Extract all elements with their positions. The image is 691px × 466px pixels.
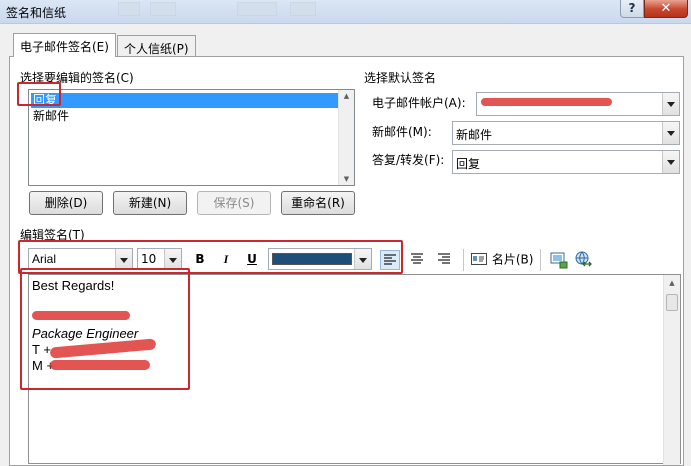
signature-name: 新邮件	[33, 109, 70, 123]
tab-personal-stationery[interactable]: 个人信纸(P)	[117, 35, 196, 57]
new-button[interactable]: 新建(N)	[113, 191, 187, 215]
toolbar-separator	[540, 249, 541, 271]
chevron-down-icon[interactable]	[354, 249, 371, 269]
insert-hyperlink-icon[interactable]	[574, 250, 594, 270]
help-button[interactable]: ?	[620, 0, 644, 18]
tab-email-signature[interactable]: 电子邮件签名(E)	[13, 33, 116, 57]
chevron-down-icon[interactable]	[662, 122, 679, 144]
scroll-thumb[interactable]	[666, 294, 678, 311]
signature-phone: T +	[32, 342, 51, 357]
delete-button[interactable]: 删除(D)	[29, 191, 103, 215]
font-size-value: 10	[141, 252, 157, 266]
chevron-down-icon[interactable]	[662, 151, 679, 173]
redaction-scribble	[50, 360, 150, 370]
vertical-scrollbar[interactable]: ▲	[663, 275, 680, 465]
close-button[interactable]: ✕	[644, 0, 688, 18]
list-item[interactable]: 新邮件	[31, 109, 349, 124]
font-value: Arial	[32, 252, 57, 266]
chevron-down-icon[interactable]	[115, 249, 132, 269]
title-bar: 签名和信纸 ? ✕	[0, 0, 691, 24]
font-size-select[interactable]: 10	[137, 248, 182, 270]
scroll-down-icon[interactable]: ▼	[339, 175, 354, 183]
replies-label: 答复/转发(F):	[372, 153, 445, 167]
insert-picture-icon[interactable]	[549, 250, 569, 270]
font-color-swatch	[272, 253, 352, 265]
rename-button[interactable]: 重命名(R)	[281, 191, 355, 215]
bold-button[interactable]: B	[189, 249, 211, 269]
business-card-label: 名片(B)	[491, 252, 534, 267]
underline-button[interactable]: U	[241, 249, 263, 269]
business-card-button[interactable]: 名片(B)	[470, 250, 533, 270]
list-item[interactable]: 回复	[31, 93, 349, 108]
chevron-down-icon[interactable]	[662, 93, 679, 115]
replies-value: 回复	[456, 157, 481, 171]
select-signature-heading: 选择要编辑的签名(C)	[20, 71, 134, 85]
signature-title: Package Engineer	[32, 326, 139, 341]
signature-list[interactable]: 回复 新邮件 ▲ ▼	[28, 89, 355, 186]
new-messages-select[interactable]: 新邮件	[452, 121, 680, 145]
default-signature-heading: 选择默认签名	[364, 71, 437, 85]
background-ghost-icon	[290, 2, 316, 16]
align-right-icon[interactable]	[435, 250, 455, 270]
window-title: 签名和信纸	[6, 6, 67, 20]
vertical-scrollbar[interactable]: ▲ ▼	[338, 90, 354, 185]
new-messages-value: 新邮件	[456, 128, 493, 142]
scroll-up-icon[interactable]: ▲	[664, 279, 680, 287]
new-messages-label: 新邮件(M):	[372, 125, 432, 139]
align-center-icon[interactable]	[408, 250, 428, 270]
tab-label: 个人信纸(P)	[124, 42, 189, 56]
edit-signature-heading: 编辑签名(T)	[20, 228, 85, 242]
tab-label: 电子邮件签名(E)	[20, 40, 109, 54]
signature-greeting: Best Regards!	[32, 278, 115, 293]
font-select[interactable]: Arial	[28, 248, 133, 270]
background-ghost-icon	[150, 2, 176, 16]
replies-select[interactable]: 回复	[452, 150, 680, 174]
font-color-select[interactable]	[268, 248, 372, 270]
email-account-label: 电子邮件帐户(A):	[372, 96, 466, 110]
redaction-scribble	[481, 98, 612, 106]
background-ghost-icon	[237, 2, 277, 16]
business-card-icon	[471, 253, 487, 265]
align-left-icon[interactable]	[380, 250, 400, 270]
signature-name: 回复	[33, 93, 58, 107]
background-ghost-icon	[118, 2, 140, 16]
save-button[interactable]: 保存(S)	[197, 191, 271, 215]
chevron-down-icon[interactable]	[164, 249, 181, 269]
italic-button[interactable]: I	[215, 249, 237, 269]
scroll-up-icon[interactable]: ▲	[339, 92, 354, 100]
toolbar-separator	[463, 249, 464, 271]
redaction-scribble	[32, 311, 130, 320]
